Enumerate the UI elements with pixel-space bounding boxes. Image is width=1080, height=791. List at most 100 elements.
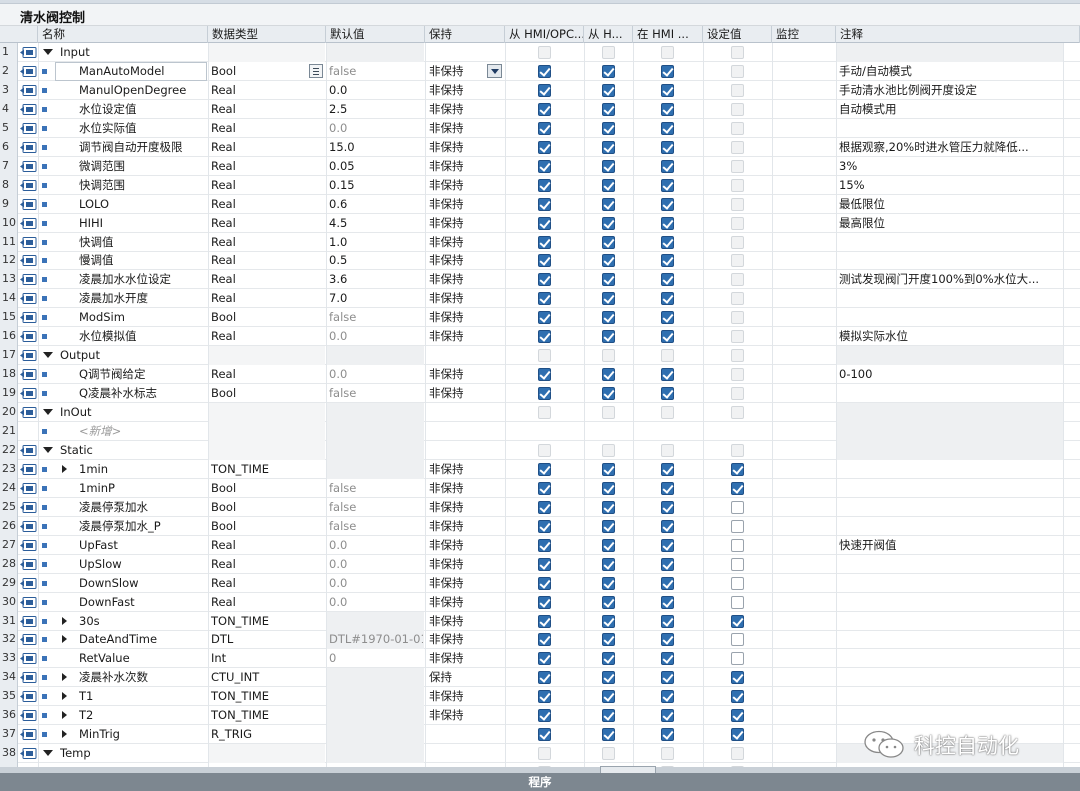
default-value[interactable]: 15.0 — [329, 138, 423, 157]
row-number[interactable]: 19 — [0, 384, 18, 404]
default-value[interactable]: 0.0 — [329, 81, 423, 100]
table-row[interactable]: 23 1min TON_TIME 非保持 — [0, 459, 1080, 479]
default-value[interactable]: 2.5 — [329, 100, 423, 119]
default-value[interactable]: 1.0 — [329, 233, 423, 252]
data-type[interactable]: Bool — [210, 517, 324, 536]
row-number[interactable]: 23 — [0, 459, 18, 479]
comment[interactable]: 自动模式用 — [839, 100, 1064, 119]
row-number[interactable]: 35 — [0, 687, 18, 707]
retain-value[interactable]: 非保持 — [429, 687, 489, 706]
accessible-from-hmi-checkbox[interactable] — [538, 614, 551, 628]
visible-in-hmi-checkbox[interactable] — [602, 387, 615, 401]
variable-name[interactable]: UpSlow — [79, 555, 122, 574]
comment[interactable]: 0-100 — [839, 365, 1064, 384]
comment[interactable] — [839, 706, 1064, 725]
data-type[interactable]: Real — [210, 138, 324, 157]
data-type[interactable]: Real — [210, 251, 324, 270]
data-type[interactable]: Real — [210, 81, 324, 100]
setpoint-checkbox[interactable] — [731, 500, 744, 514]
default-value[interactable]: 0.0 — [329, 555, 423, 574]
collapse-triangle-icon[interactable] — [43, 352, 53, 359]
default-value[interactable] — [329, 612, 423, 631]
comment[interactable]: 模拟实际水位 — [839, 327, 1064, 346]
writable-from-hmi-checkbox[interactable] — [661, 652, 674, 666]
table-row[interactable]: 35 T1 TON_TIME 非保持 — [0, 687, 1080, 707]
comment[interactable] — [839, 479, 1064, 498]
data-type[interactable]: TON_TIME — [210, 612, 324, 631]
setpoint-checkbox[interactable] — [731, 519, 744, 533]
writable-from-hmi-checkbox[interactable] — [661, 519, 674, 533]
default-value[interactable] — [329, 668, 423, 687]
default-value[interactable]: 0.0 — [329, 536, 423, 555]
table-row[interactable]: 7 微调范围 Real 0.05 非保持 3% — [0, 156, 1080, 176]
accessible-from-hmi-checkbox[interactable] — [538, 216, 551, 230]
variable-name[interactable]: 凌晨加水水位设定 — [79, 270, 171, 289]
header-monitor[interactable]: 监控 — [772, 26, 836, 43]
section-row[interactable]: 17 Output — [0, 346, 1080, 366]
variable-name[interactable]: 凌晨加水开度 — [79, 289, 148, 308]
visible-in-hmi-checkbox[interactable] — [602, 557, 615, 571]
retain-value[interactable]: 非保持 — [429, 479, 489, 498]
variable-name[interactable]: LOLO — [79, 195, 109, 214]
table-row[interactable]: 6 调节阀自动开度极限 Real 15.0 非保持 根据观察,20%时进水管压力就降低..… — [0, 137, 1080, 157]
comment[interactable]: 15% — [839, 176, 1064, 195]
accessible-from-hmi-checkbox[interactable] — [538, 671, 551, 685]
variable-name[interactable]: 凌晨停泵加水 — [79, 498, 148, 517]
retain-value[interactable]: 非保持 — [429, 555, 489, 574]
data-type[interactable]: Bool — [210, 479, 324, 498]
writable-from-hmi-checkbox[interactable] — [661, 387, 674, 401]
data-type[interactable]: TON_TIME — [210, 460, 324, 479]
retain-value[interactable]: 非保持 — [429, 517, 489, 536]
comment[interactable] — [839, 574, 1064, 593]
row-number[interactable]: 13 — [0, 270, 18, 290]
retain-value[interactable]: 非保持 — [429, 384, 489, 403]
writable-from-hmi-checkbox[interactable] — [661, 690, 674, 704]
retain-value[interactable]: 非保持 — [429, 195, 489, 214]
row-number[interactable]: 36 — [0, 706, 18, 726]
retain-value[interactable]: 非保持 — [429, 176, 489, 195]
retain-value[interactable]: 非保持 — [429, 536, 489, 555]
retain-value[interactable]: 非保持 — [429, 157, 489, 176]
retain-value[interactable]: 非保持 — [429, 612, 489, 631]
writable-from-hmi-checkbox[interactable] — [661, 178, 674, 192]
row-number[interactable]: 27 — [0, 535, 18, 555]
default-value[interactable]: DTL#1970-01-01- — [329, 630, 423, 649]
setpoint-checkbox[interactable] — [731, 462, 744, 476]
retain-value[interactable]: 非保持 — [429, 138, 489, 157]
collapse-triangle-icon[interactable] — [43, 446, 53, 453]
expand-triangle-icon[interactable] — [62, 692, 67, 701]
default-value[interactable] — [329, 687, 423, 706]
row-number[interactable]: 38 — [0, 744, 18, 764]
accessible-from-hmi-checkbox[interactable] — [538, 728, 551, 742]
visible-in-hmi-checkbox[interactable] — [602, 576, 615, 590]
accessible-from-hmi-checkbox[interactable] — [538, 83, 551, 97]
default-value[interactable]: 0 — [329, 649, 423, 668]
setpoint-checkbox[interactable] — [731, 709, 744, 723]
table-row[interactable]: 33 RetValue Int 0 非保持 — [0, 649, 1080, 669]
writable-from-hmi-checkbox[interactable] — [661, 576, 674, 590]
visible-in-hmi-checkbox[interactable] — [602, 197, 615, 211]
default-value[interactable]: 7.0 — [329, 289, 423, 308]
comment[interactable]: 根据观察,20%时进水管压力就降低... — [839, 138, 1064, 157]
table-row[interactable]: 18 Q调节阀给定 Real 0.0 非保持 0-100 — [0, 365, 1080, 385]
data-type[interactable]: Int — [210, 649, 324, 668]
visible-in-hmi-checkbox[interactable] — [602, 595, 615, 609]
row-number[interactable]: 10 — [0, 213, 18, 233]
data-type[interactable]: TON_TIME — [210, 687, 324, 706]
row-number[interactable]: 2 — [0, 61, 18, 81]
variable-name[interactable]: ManAutoModel — [79, 62, 165, 81]
row-number[interactable]: 3 — [0, 80, 18, 100]
variable-name[interactable]: T2 — [79, 706, 93, 725]
table-row[interactable]: 27 UpFast Real 0.0 非保持 快速开阀值 — [0, 535, 1080, 555]
collapse-triangle-icon[interactable] — [43, 409, 53, 416]
comment[interactable] — [839, 233, 1064, 252]
retain-value[interactable]: 非保持 — [429, 593, 489, 612]
accessible-from-hmi-checkbox[interactable] — [538, 197, 551, 211]
comment[interactable] — [839, 649, 1064, 668]
default-value[interactable]: false — [329, 384, 423, 403]
header-setpoint[interactable]: 设定值 — [703, 26, 772, 43]
data-type[interactable]: Real — [210, 233, 324, 252]
row-number[interactable]: 11 — [0, 232, 18, 252]
default-value[interactable]: false — [329, 479, 423, 498]
header-hmi-visible[interactable]: 从 H... — [584, 26, 633, 43]
